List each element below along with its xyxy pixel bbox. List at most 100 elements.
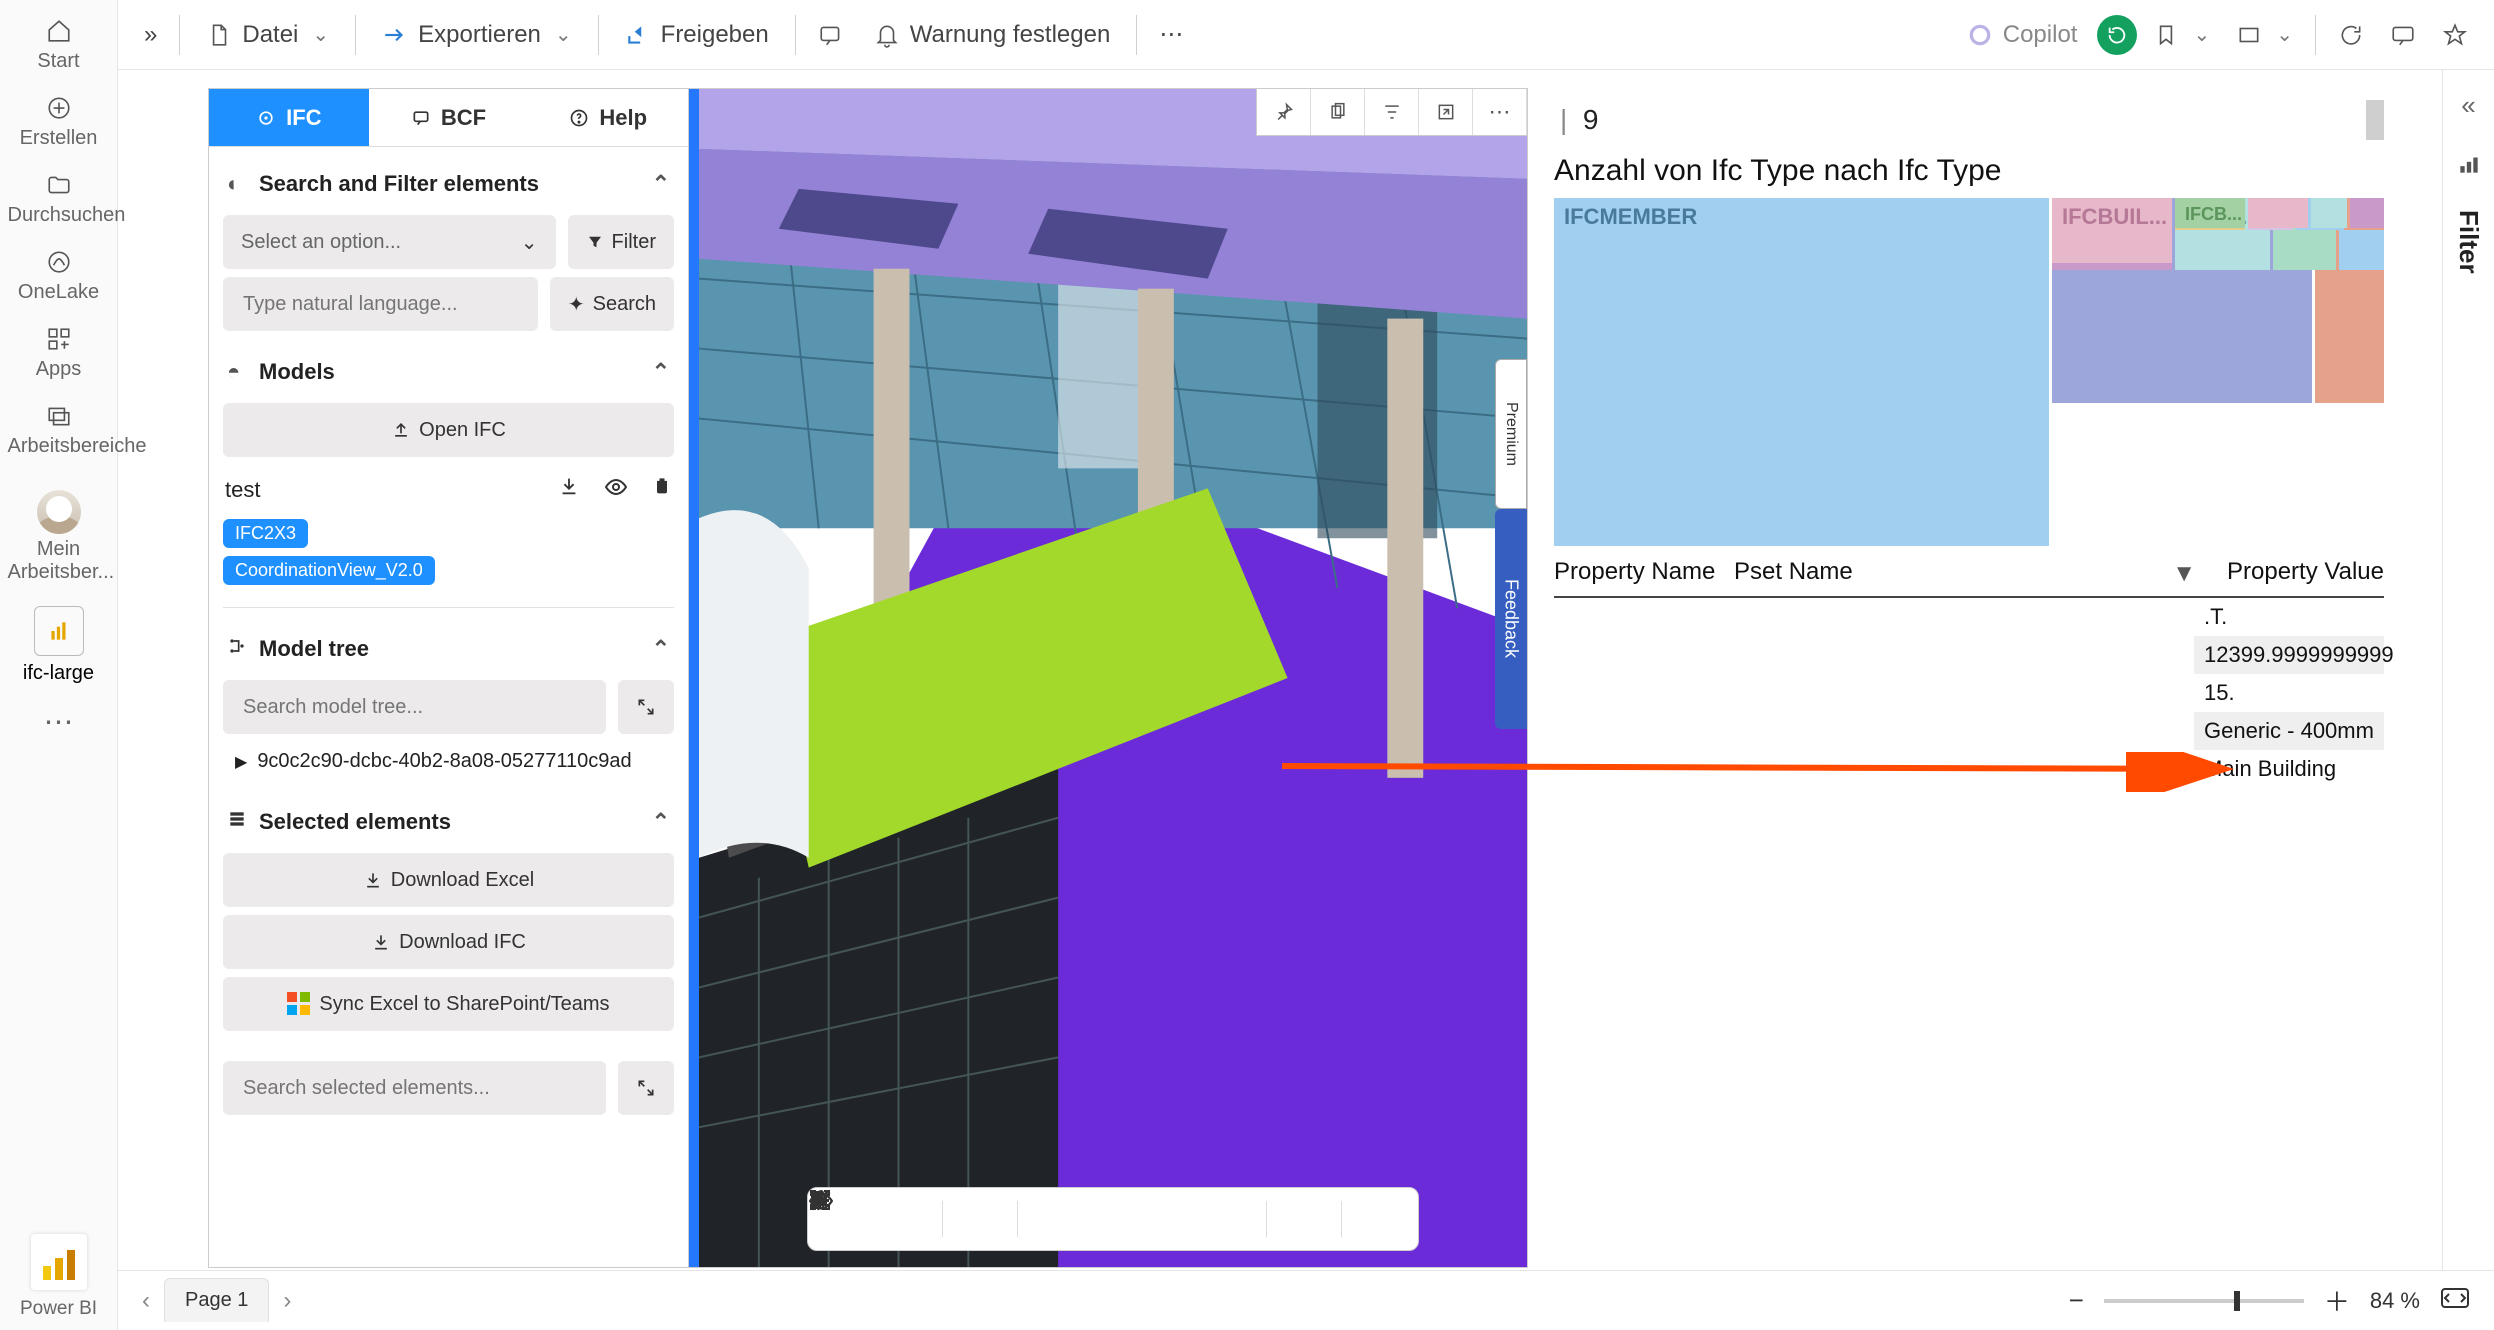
filter-icon[interactable] [1365, 89, 1419, 135]
table-row[interactable]: Generic - 400mm [2194, 712, 2384, 750]
lock-icon[interactable] [876, 1196, 934, 1242]
rail-active-report[interactable]: ifc-large [4, 594, 114, 695]
filter-pane-label[interactable]: Filter [2453, 210, 2484, 274]
rail-start[interactable]: Start [4, 6, 114, 83]
tree-search-input[interactable] [223, 680, 606, 734]
page-tab[interactable]: Page 1 [164, 1278, 269, 1322]
rail-onelake[interactable]: OneLake [4, 237, 114, 314]
hide-icon[interactable] [1084, 1196, 1142, 1242]
rail-browse[interactable]: Durchsuchen [4, 160, 114, 237]
panel-selected[interactable]: Selected elements ⌃ [223, 799, 674, 845]
pin-icon[interactable] [1257, 89, 1311, 135]
th-propname[interactable]: Property Name [1554, 558, 1734, 586]
3d-viewport[interactable]: Premium Feedback [699, 89, 1527, 1267]
triangle-right-icon: ▶ [235, 752, 247, 772]
card-scroll-thumb[interactable] [2366, 100, 2384, 140]
download-model-icon[interactable] [558, 475, 580, 505]
tm-ifcmember[interactable]: IFCMEMBER [1554, 198, 2049, 546]
download-excel-button[interactable]: Download Excel [223, 853, 674, 907]
ifc-visual[interactable]: ⋯ IFC BCF Help [208, 88, 1528, 1268]
panel-models[interactable]: ◓ Models ⌃ [223, 349, 674, 395]
section-icon[interactable] [951, 1196, 1009, 1242]
zoom-in-icon[interactable]: ＋ [2324, 1282, 2350, 1319]
sort-desc-icon[interactable]: ▼ [2172, 560, 2196, 588]
feedback-tab[interactable]: Feedback [1495, 509, 1527, 729]
tree-root-item[interactable]: ▶ 9c0c2c90-dcbc-40b2-8a08-05277110c9ad [223, 742, 674, 781]
favorite-icon[interactable] [2432, 14, 2478, 56]
card-visual[interactable]: | 9 [1554, 88, 2384, 152]
walk-icon[interactable] [1350, 1196, 1408, 1242]
sync-excel-button[interactable]: Sync Excel to SharePoint/Teams [223, 977, 674, 1031]
zoom-slider[interactable] [2104, 1299, 2304, 1303]
open-ifc-button[interactable]: Open IFC [223, 403, 674, 457]
tree-search-field[interactable] [241, 695, 588, 720]
next-page-icon[interactable]: › [283, 1287, 291, 1315]
table-row[interactable]: .T. [2194, 598, 2384, 636]
tab-ifc[interactable]: IFC [209, 89, 369, 146]
search-button[interactable]: ✦ Search [550, 277, 674, 331]
table-row[interactable]: 12399.9999999999 [2194, 636, 2384, 674]
expand-selected-button[interactable] [618, 1061, 674, 1115]
view-dropdown[interactable] [2226, 14, 2303, 56]
right-collapse-rail: « Filter [2442, 70, 2494, 1270]
chat-teams-icon[interactable] [808, 14, 854, 56]
rail-workspaces[interactable]: Arbeitsbereiche [4, 391, 114, 468]
premium-tab[interactable]: Premium [1495, 359, 1527, 509]
set-alert-button[interactable]: Warnung festlegen [860, 13, 1125, 57]
option-select[interactable]: Select an option... ⌄ [223, 215, 556, 269]
collapse-pane-icon[interactable]: « [2461, 90, 2475, 121]
copilot-button[interactable]: Copilot [1953, 13, 2092, 57]
delete-icon[interactable] [652, 475, 672, 505]
bookmark-dropdown[interactable] [2143, 14, 2220, 56]
schema-chip[interactable]: IFC2X3 [223, 519, 308, 548]
panel-search-filter[interactable]: ◐ Search and Filter elements ⌃ [223, 161, 674, 207]
file-menu-label: Datei [242, 21, 298, 49]
tm-small7[interactable] [2311, 198, 2347, 228]
panel-model-tree[interactable]: Model tree ⌃ [223, 626, 674, 672]
natural-language-input[interactable] [223, 277, 538, 331]
table-row[interactable]: 15. [2194, 674, 2384, 712]
powerbi-logo-tile[interactable] [31, 1234, 87, 1290]
expand-ribbon-icon[interactable]: » [134, 13, 167, 57]
download-ifc-button[interactable]: Download IFC [223, 915, 674, 969]
nl-input-field[interactable] [241, 292, 520, 317]
selected-search-input[interactable] [223, 1061, 606, 1115]
th-propvalue[interactable]: Property Value [2204, 558, 2384, 586]
file-menu[interactable]: Datei [192, 13, 343, 57]
tm-ifcb[interactable]: IFCB... [2175, 198, 2245, 228]
tab-bcf[interactable]: BCF [369, 89, 529, 146]
treemap-visual[interactable]: IFCMEMBER IFCPLATE IF... IFCWAL... IFCS.… [1554, 198, 2384, 546]
tab-help[interactable]: Help [528, 89, 688, 146]
tm-ifcbuil[interactable]: IFCBUIL... [2052, 198, 2172, 263]
top-more-icon[interactable]: ⋯ [1149, 12, 1193, 57]
panel-resize-handle[interactable] [689, 89, 699, 1267]
viewer-filter-icon[interactable] [1142, 1196, 1200, 1242]
copy-icon[interactable] [1311, 89, 1365, 135]
show-icon[interactable] [1026, 1196, 1084, 1242]
selected-search-field[interactable] [241, 1076, 588, 1101]
focus-mode-icon[interactable] [1419, 89, 1473, 135]
rail-my-workspace[interactable]: Mein Arbeitsber... [4, 468, 114, 594]
comment-icon[interactable] [2380, 14, 2426, 56]
signal-icon[interactable] [2456, 151, 2482, 180]
expand-tree-button[interactable] [618, 680, 674, 734]
rail-apps[interactable]: Apps [4, 314, 114, 391]
zoom-out-icon[interactable]: − [2069, 1285, 2084, 1316]
prev-page-icon[interactable]: ‹ [142, 1287, 150, 1315]
rail-create[interactable]: Erstellen [4, 83, 114, 160]
filter-button[interactable]: Filter [568, 215, 674, 269]
refresh-icon[interactable] [2328, 14, 2374, 56]
tm-small6[interactable] [2248, 198, 2308, 228]
rail-more[interactable]: ⋯ [0, 695, 117, 746]
measure-icon[interactable] [1275, 1196, 1333, 1242]
visual-more-icon[interactable]: ⋯ [1473, 89, 1527, 135]
visibility-icon[interactable] [604, 475, 628, 505]
share-button[interactable]: Freigeben [611, 13, 783, 57]
view-chip[interactable]: CoordinationView_V2.0 [223, 556, 435, 585]
tm-small8[interactable] [2350, 198, 2384, 228]
th-psetname[interactable]: Pset Name [1734, 558, 1934, 586]
export-menu[interactable]: Exportieren [368, 13, 586, 57]
reset-view-icon[interactable] [2097, 15, 2137, 55]
fit-page-icon[interactable] [2440, 1286, 2470, 1316]
isolate-icon[interactable] [1200, 1196, 1258, 1242]
